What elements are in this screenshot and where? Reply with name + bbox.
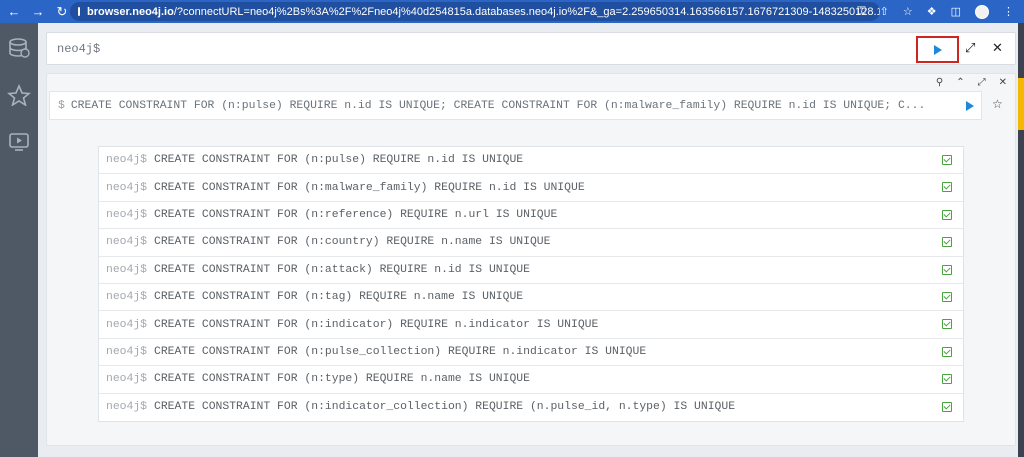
result-query: CREATE CONSTRAINT FOR (n:pulse_collectio… (154, 345, 647, 358)
expand-icon[interactable]: ⤢ (965, 40, 975, 56)
result-prompt: neo4j$ (106, 154, 148, 167)
result-row: neo4j$ CREATE CONSTRAINT FOR (n:pulse) RE… (99, 147, 963, 175)
key-icon[interactable]: ⚿ (857, 5, 865, 18)
result-row: neo4j$ CREATE CONSTRAINT FOR (n:tag) REQU… (99, 284, 963, 312)
result-query: CREATE CONSTRAINT FOR (n:malware_family)… (154, 181, 585, 194)
pin-icon[interactable]: ⚲ (936, 77, 943, 88)
result-row: neo4j$ CREATE CONSTRAINT FOR (n:attack) R… (99, 257, 963, 284)
success-check-icon (942, 237, 952, 248)
result-prompt: neo4j$ (106, 345, 148, 358)
star-icon[interactable] (6, 83, 32, 107)
success-check-icon (942, 291, 952, 302)
result-query: CREATE CONSTRAINT FOR (n:attack) REQUIRE… (154, 263, 530, 276)
frame-command-text: CREATE CONSTRAINT FOR (n:pulse) REQUIRE … (70, 99, 926, 112)
result-query: CREATE CONSTRAINT FOR (n:pulse) REQUIRE … (154, 154, 524, 167)
results-list: neo4j$ CREATE CONSTRAINT FOR (n:pulse) RE… (98, 146, 964, 422)
result-prompt: neo4j$ (106, 263, 148, 276)
browser-actions: ⚿ ⇧ ☆ ❖ ◫ ⋮ (857, 2, 1014, 21)
edge-marker (1018, 78, 1024, 130)
database-icon[interactable] (7, 37, 31, 59)
frame-run-icon[interactable] (966, 101, 974, 111)
result-row: neo4j$ CREATE CONSTRAINT FOR (n:pulse_col… (99, 339, 963, 367)
result-row: neo4j$ CREATE CONSTRAINT FOR (n:country) … (99, 229, 963, 257)
success-check-icon (942, 401, 952, 412)
result-row: neo4j$ CREATE CONSTRAINT FOR (n:indicator… (99, 311, 963, 339)
back-icon[interactable]: ← (4, 4, 24, 19)
collapse-icon[interactable]: ⌃ (956, 77, 964, 88)
success-check-icon (942, 319, 952, 330)
editor-prompt: neo4j$ (57, 42, 101, 56)
result-frame: ⚲ ⌃ ⤢ ✕ $ CREATE CONSTRAINT FOR (n:pulse… (46, 73, 1016, 446)
menu-icon[interactable]: ⋮ (1003, 5, 1014, 18)
sidepanel-icon[interactable]: ◫ (951, 5, 961, 18)
result-query: CREATE CONSTRAINT FOR (n:tag) REQUIRE n.… (154, 291, 524, 304)
result-row: neo4j$ CREATE CONSTRAINT FOR (n:indicator… (99, 394, 963, 421)
result-row: neo4j$ CREATE CONSTRAINT FOR (n:reference… (99, 202, 963, 230)
result-query: CREATE CONSTRAINT FOR (n:indicator) REQU… (154, 318, 599, 331)
sidebar (0, 23, 38, 457)
result-query: CREATE CONSTRAINT FOR (n:reference) REQU… (154, 208, 558, 221)
reload-icon[interactable]: ↻ (52, 4, 72, 20)
result-query: CREATE CONSTRAINT FOR (n:country) REQUIR… (154, 236, 551, 249)
fullscreen-icon[interactable]: ⤢ (978, 77, 986, 88)
lock-icon (78, 7, 80, 16)
extensions-icon[interactable]: ❖ (927, 5, 937, 18)
address-url: browser.neo4j.io/?connectURL=neo4j%2Bs%3… (87, 6, 880, 18)
result-prompt: neo4j$ (106, 373, 148, 386)
favorite-star-icon[interactable]: ☆ (992, 97, 1003, 111)
frame-command-prompt: $ (58, 99, 65, 112)
frame-command[interactable]: $ CREATE CONSTRAINT FOR (n:pulse) REQUIR… (49, 91, 982, 120)
browser-toolbar: ← → ↻ browser.neo4j.io/?connectURL=neo4j… (0, 0, 1024, 23)
query-editor[interactable]: neo4j$ ⤢ ✕ (46, 32, 1016, 65)
play-screen-icon[interactable] (7, 131, 31, 153)
success-check-icon (942, 264, 952, 275)
result-prompt: neo4j$ (106, 291, 148, 304)
bookmark-star-icon[interactable]: ☆ (903, 5, 913, 18)
success-check-icon (942, 374, 952, 385)
frame-close-icon[interactable]: ✕ (999, 77, 1007, 88)
success-check-icon (942, 155, 952, 165)
result-prompt: neo4j$ (106, 236, 148, 249)
result-row: neo4j$ CREATE CONSTRAINT FOR (n:type) REQ… (99, 366, 963, 394)
address-bar[interactable]: browser.neo4j.io/?connectURL=neo4j%2Bs%3… (70, 2, 880, 21)
result-prompt: neo4j$ (106, 208, 148, 221)
frame-toolbar: ⚲ ⌃ ⤢ ✕ (936, 77, 1007, 88)
success-check-icon (942, 209, 952, 220)
run-button[interactable] (916, 36, 959, 63)
result-query: CREATE CONSTRAINT FOR (n:type) REQUIRE n… (154, 373, 530, 386)
close-icon[interactable]: ✕ (992, 40, 1003, 56)
success-check-icon (942, 346, 952, 357)
result-prompt: neo4j$ (106, 318, 148, 331)
result-prompt: neo4j$ (106, 181, 148, 194)
result-query: CREATE CONSTRAINT FOR (n:indicator_colle… (154, 401, 736, 414)
share-icon[interactable]: ⇧ (880, 5, 889, 18)
avatar[interactable] (975, 4, 989, 19)
address-host: browser.neo4j.io (87, 5, 174, 18)
address-path: /?connectURL=neo4j%2Bs%3A%2F%2Fneo4j%40d… (173, 5, 880, 18)
play-icon (933, 44, 942, 55)
result-prompt: neo4j$ (106, 401, 148, 414)
result-row: neo4j$ CREATE CONSTRAINT FOR (n:malware_f… (99, 174, 963, 202)
edge-strip (1018, 23, 1024, 457)
forward-icon[interactable]: → (28, 4, 48, 19)
success-check-icon (942, 182, 952, 193)
